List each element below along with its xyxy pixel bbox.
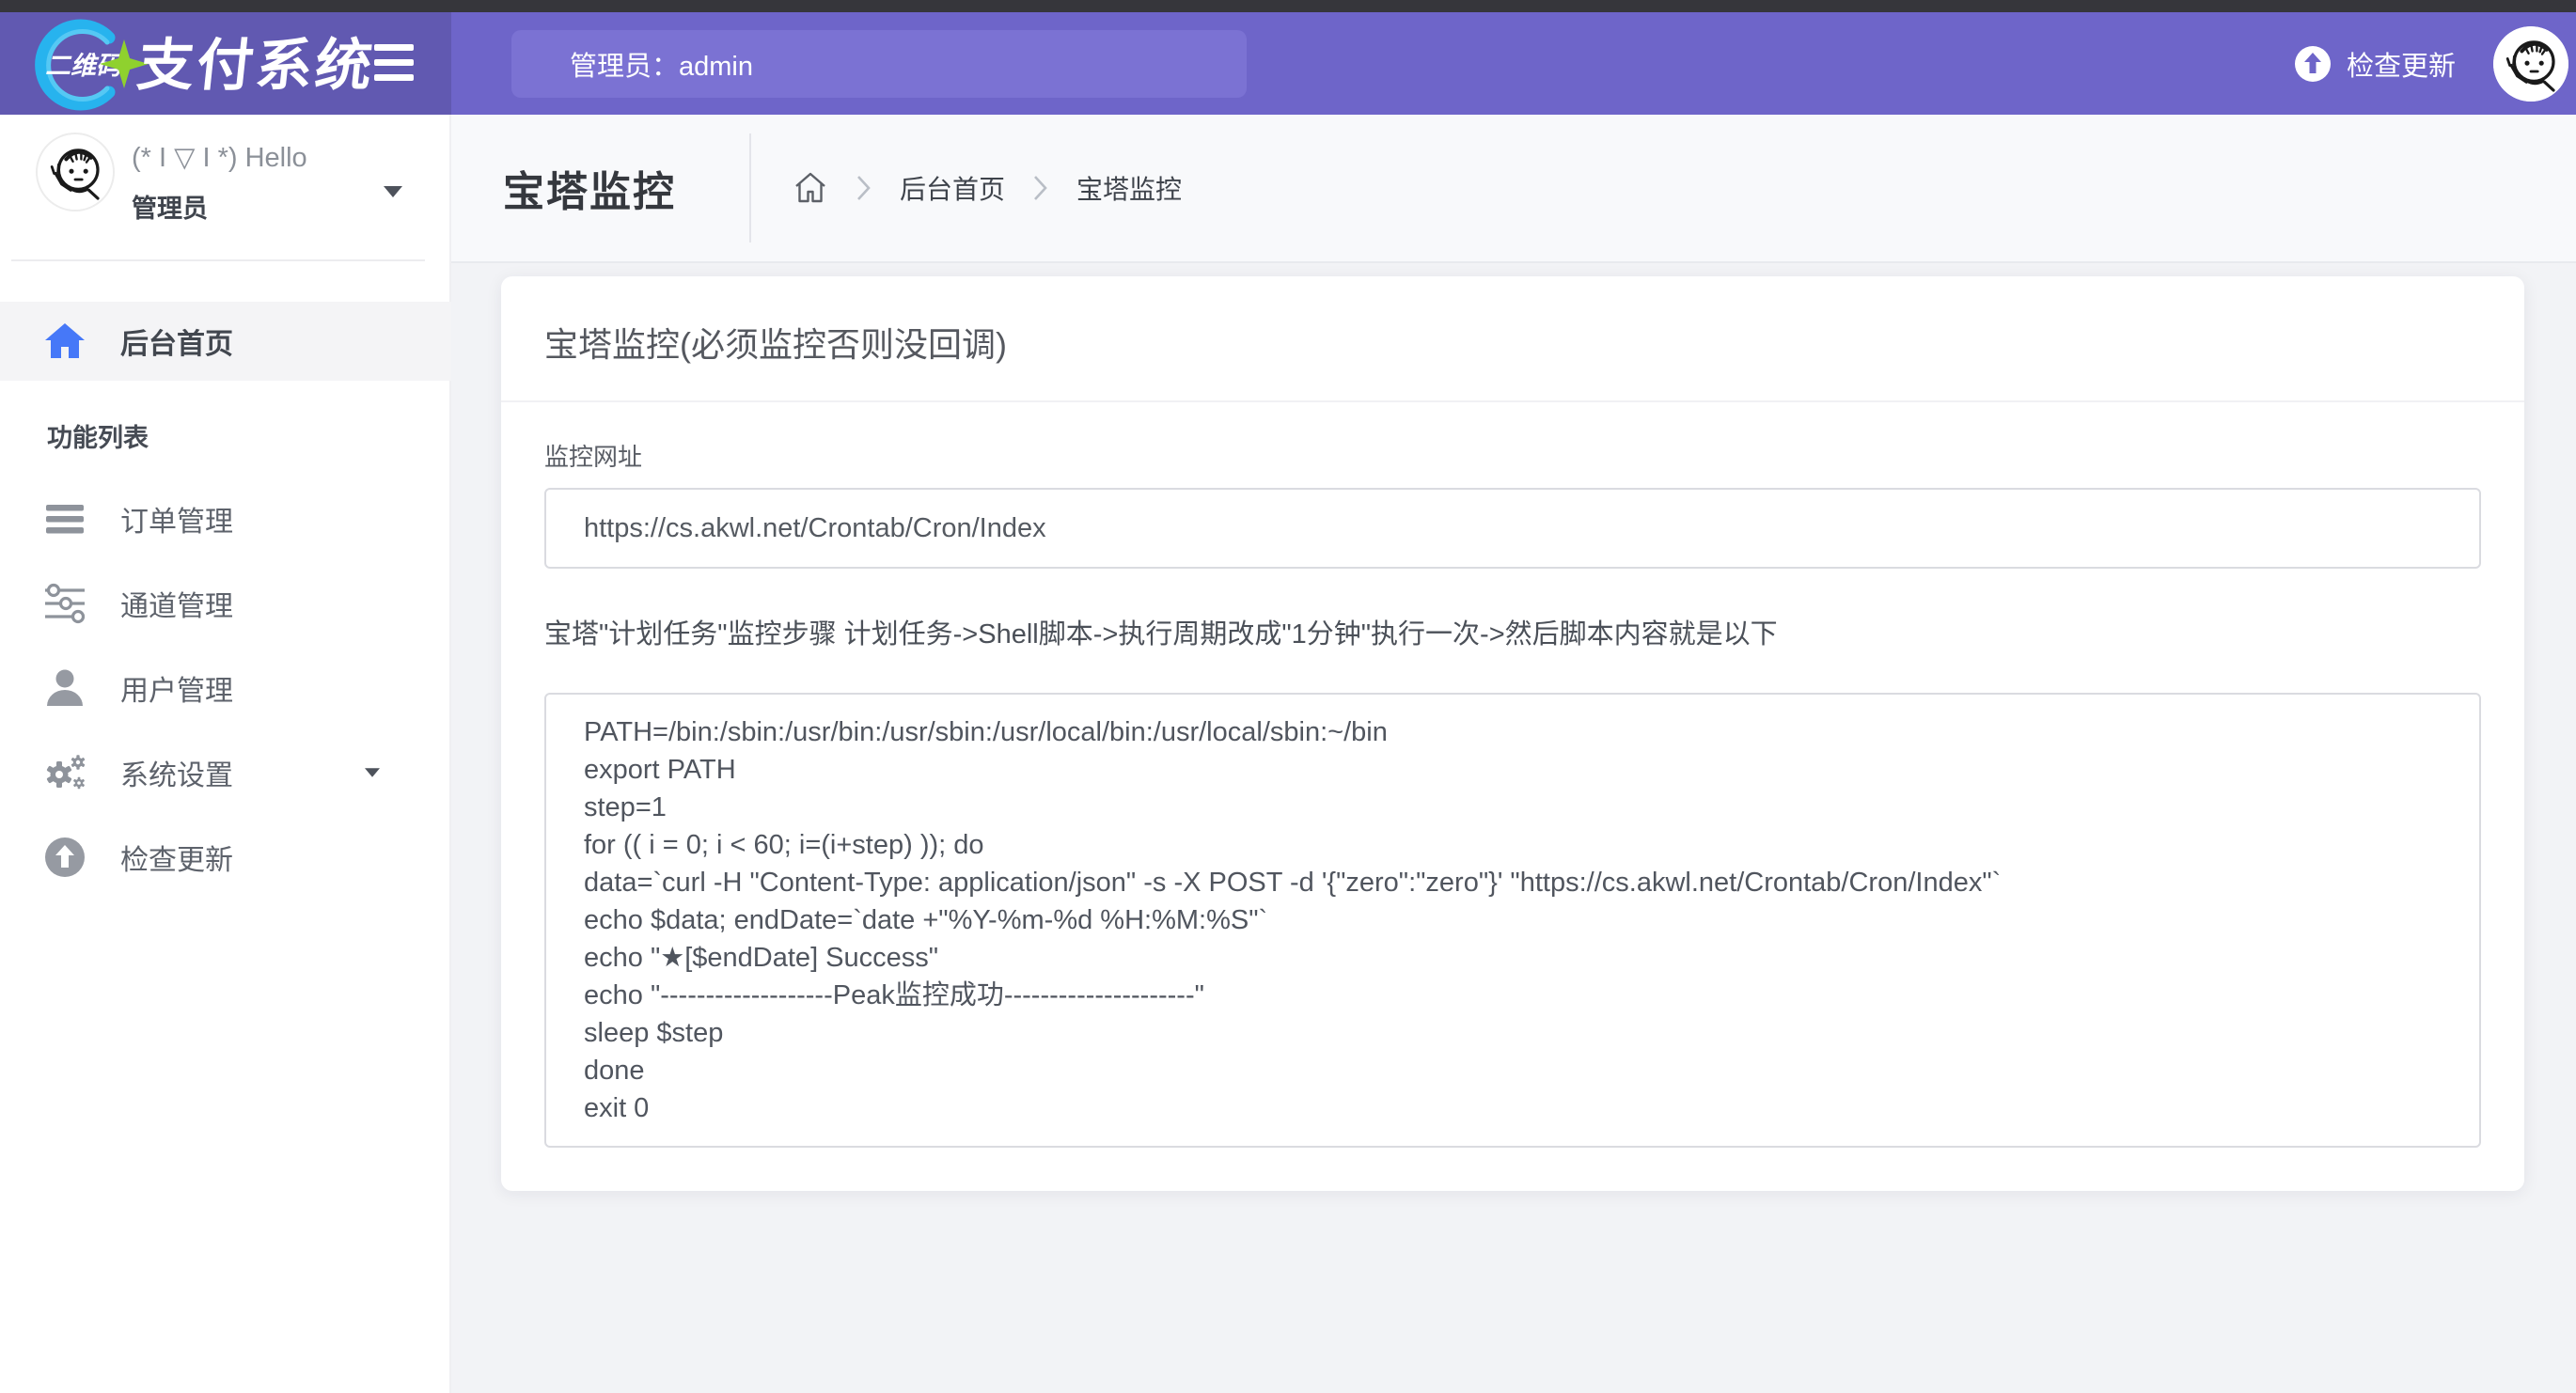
code-line: PATH=/bin:/sbin:/usr/bin:/usr/sbin:/usr/…	[584, 713, 2442, 751]
window-top-strip	[0, 0, 2576, 12]
sidebar-item-users[interactable]: 用户管理	[0, 646, 451, 730]
code-line: echo "-------------------Peak监控成功-------…	[584, 977, 2442, 1014]
sidebar-item-label: 订单管理	[120, 498, 233, 540]
sidebar-item-label: 通道管理	[120, 583, 233, 624]
divider	[749, 133, 751, 243]
chevron-right-icon	[856, 174, 872, 202]
shell-script-block: PATH=/bin:/sbin:/usr/bin:/usr/sbin:/usr/…	[544, 693, 2481, 1148]
brand-logo-icon: 二维码 支付系统	[23, 17, 376, 111]
breadcrumb-item-current: 宝塔监控	[1076, 169, 1182, 207]
main-area: 宝塔监控 后台首页 宝塔监控 宝塔监控(必须监控否则没回调) 监控网址 宝塔"计…	[451, 115, 2576, 1393]
sidebar-nav: 订单管理 通道管理 用户管理	[0, 477, 451, 900]
breadcrumb-item[interactable]: 后台首页	[900, 169, 1005, 207]
sidebar-user-texts: (* I ▽ I *) Hello 管理员	[132, 141, 307, 225]
arrow-up-circle-icon	[2294, 45, 2332, 83]
sidebar-item-home[interactable]: 后台首页	[0, 302, 451, 381]
url-field-label: 监控网址	[544, 438, 2481, 473]
arrow-up-circle-icon	[43, 836, 86, 879]
admin-chip-label: 管理员：admin	[570, 44, 753, 84]
app-logo[interactable]: 二维码 支付系统	[23, 12, 376, 115]
code-line: export PATH	[584, 751, 2442, 789]
chevron-down-icon[interactable]	[384, 186, 402, 197]
chevron-down-icon	[365, 768, 380, 777]
page-header: 宝塔监控 后台首页 宝塔监控	[451, 115, 2576, 263]
app-header: 二维码 支付系统 管理员：admin 检查更新	[0, 12, 2576, 115]
monitor-url-input[interactable]	[544, 488, 2481, 569]
sidebar-item-label: 系统设置	[120, 752, 233, 793]
home-icon	[43, 320, 86, 363]
home-outline-icon[interactable]	[793, 169, 828, 207]
list-icon	[43, 497, 86, 540]
gears-icon	[43, 751, 86, 794]
content-area: 宝塔监控(必须监控否则没回调) 监控网址 宝塔"计划任务"监控步骤 计划任务->…	[451, 265, 2576, 1393]
code-line: sleep $step	[584, 1014, 2442, 1052]
header-bar: 管理员：admin 检查更新	[451, 12, 2576, 115]
sidebar-item-label: 后台首页	[120, 321, 233, 362]
user-greeting: (* I ▽ I *) Hello	[132, 141, 307, 174]
divider	[11, 259, 425, 261]
breadcrumb: 后台首页 宝塔监控	[793, 169, 1182, 207]
user-icon	[43, 666, 86, 710]
sidebar-section-label: 功能列表	[47, 417, 451, 454]
code-line: exit 0	[584, 1089, 2442, 1127]
page-title: 宝塔监控	[503, 158, 676, 218]
sidebar-item-check-update[interactable]: 检查更新	[0, 815, 451, 900]
sidebar-item-settings[interactable]: 系统设置	[0, 730, 451, 815]
monitor-card: 宝塔监控(必须监控否则没回调) 监控网址 宝塔"计划任务"监控步骤 计划任务->…	[501, 276, 2524, 1191]
sidebar-item-label: 用户管理	[120, 667, 233, 709]
code-line: data=`curl -H "Content-Type: application…	[584, 864, 2442, 901]
code-line: echo $data; endDate=`date +"%Y-%m-%d %H:…	[584, 901, 2442, 939]
header-right-tools: 检查更新	[2294, 12, 2576, 115]
card-title: 宝塔监控(必须监控否则没回调)	[501, 276, 2524, 402]
code-line: done	[584, 1052, 2442, 1089]
sidebar-item-channels[interactable]: 通道管理	[0, 561, 451, 646]
menu-toggle-icon[interactable]	[374, 44, 414, 81]
check-update-button[interactable]: 检查更新	[2294, 44, 2456, 84]
user-role: 管理员	[132, 188, 307, 225]
code-line: for (( i = 0; i < 60; i=(i+step) )); do	[584, 826, 2442, 864]
sliders-icon	[43, 582, 86, 625]
code-line: step=1	[584, 789, 2442, 826]
check-update-label: 检查更新	[2347, 44, 2456, 84]
logo-brand-text: 支付系统	[134, 34, 376, 97]
card-body: 监控网址 宝塔"计划任务"监控步骤 计划任务->Shell脚本->执行周期改成"…	[501, 402, 2524, 1191]
avatar[interactable]	[2493, 26, 2568, 102]
admin-user-chip: 管理员：admin	[511, 30, 1247, 98]
sidebar-item-label: 检查更新	[120, 837, 233, 878]
setup-instructions: 宝塔"计划任务"监控步骤 计划任务->Shell脚本->执行周期改成"1分钟"执…	[544, 612, 2481, 651]
sidebar: (* I ▽ I *) Hello 管理员 后台首页 功能列表 订单管理	[0, 115, 451, 1393]
header-logo-section: 二维码 支付系统	[0, 12, 451, 115]
chevron-right-icon	[1033, 174, 1048, 202]
code-line: echo "★[$endDate] Success"	[584, 939, 2442, 977]
avatar	[38, 134, 113, 210]
sidebar-user-dropdown[interactable]: (* I ▽ I *) Hello 管理员	[0, 115, 451, 229]
sidebar-item-orders[interactable]: 订单管理	[0, 477, 451, 561]
